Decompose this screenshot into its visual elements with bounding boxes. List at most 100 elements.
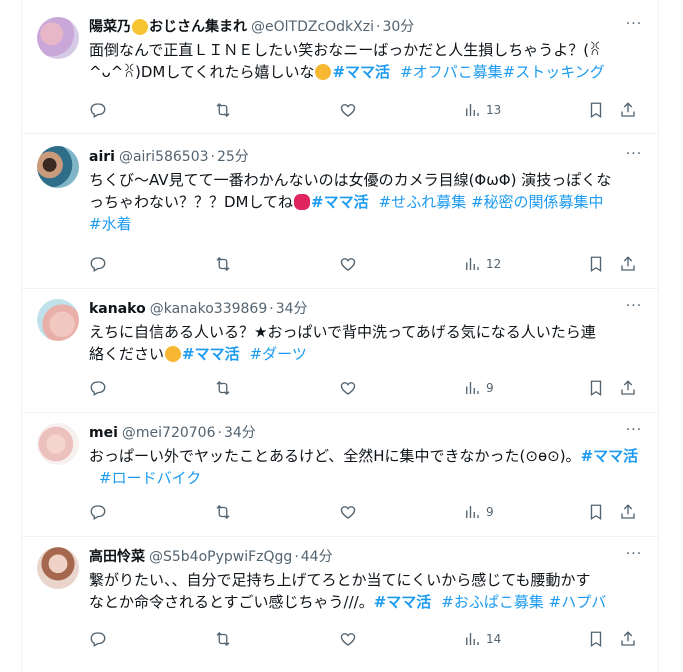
like-button[interactable] [339,253,357,275]
tweet-header: airi @airi586503 · 25分 [89,147,644,167]
display-name[interactable]: mei [89,423,118,443]
hashtag[interactable]: #おふぱこ募集 [441,593,544,611]
views-button[interactable]: 9 [463,377,494,399]
repost-icon [216,103,230,117]
bookmark-button[interactable] [587,501,605,523]
hashtag[interactable]: #ママ活 [311,193,369,211]
share-button[interactable] [619,501,637,523]
user-handle[interactable]: @kanako339869 [150,299,268,319]
views-button[interactable]: 9 [463,501,494,523]
views-count: 9 [486,381,494,395]
avatar[interactable] [37,146,79,188]
avatar[interactable] [37,423,79,465]
tweet-text: えちに自信ある人いる？★おっぱいで背中洗ってあげる気になる人いたら連 絡ください… [89,321,644,365]
user-handle[interactable]: @eOlTDZcOdkXzi [251,17,374,37]
views-button[interactable]: 12 [463,253,501,275]
user-handle[interactable]: @mei720706 [122,423,216,443]
hashtag[interactable]: #秘密の関係募集中 [471,193,604,211]
tweet-text-line: えちに自信ある人いる？★おっぱいで背中洗ってあげる気になる人いたら連 [89,323,596,341]
display-name-suffix[interactable]: おじさん集まれ [149,17,247,37]
hashtag[interactable]: #せふれ募集 [379,193,467,211]
bookmark-icon [590,631,602,648]
tweet-card[interactable]: 陽菜乃 おじさん集まれ @eOlTDZcOdkXzi · 30分 ··· 面倒な… [22,0,658,134]
user-handle[interactable]: @S5b4oPypwiFzQgg [149,547,292,567]
reply-button[interactable] [89,99,107,121]
reply-button[interactable] [89,501,107,523]
tweet-text-line: 絡ください [89,345,165,363]
timestamp[interactable]: 30分 [382,17,414,37]
views-button[interactable]: 13 [463,99,501,121]
views-icon [466,382,479,394]
more-options-button[interactable]: ··· [624,299,644,319]
more-options-button[interactable]: ··· [624,147,644,167]
views-button[interactable]: 14 [463,628,501,650]
timestamp[interactable]: 44分 [301,547,333,567]
views-count: 12 [486,257,502,271]
reply-icon [90,257,106,272]
repost-button[interactable] [214,628,232,650]
like-button[interactable] [339,628,357,650]
hashtag[interactable]: #ママ活 [332,63,390,81]
share-button[interactable] [619,99,637,121]
action-bar: 14 [89,628,644,650]
timestamp[interactable]: 34分 [224,423,256,443]
tweet-header: mei @mei720706 · 34分 [89,423,644,443]
more-options-button[interactable]: ··· [624,423,644,443]
avatar[interactable] [37,547,79,589]
bookmark-icon [590,102,602,119]
hashtag[interactable]: #ロードバイク [99,469,201,487]
share-button[interactable] [619,253,637,275]
like-button[interactable] [339,377,357,399]
repost-icon [216,505,230,519]
reply-button[interactable] [89,253,107,275]
hashtag[interactable]: #ストッキング [503,63,605,81]
reply-button[interactable] [89,628,107,650]
reply-button[interactable] [89,377,107,399]
views-count: 9 [486,505,494,519]
like-button[interactable] [339,99,357,121]
hashtag[interactable]: #オフパこ募集 [400,63,503,81]
hashtag[interactable]: #ママ活 [581,447,639,465]
bookmark-button[interactable] [587,377,605,399]
repost-button[interactable] [214,253,232,275]
timestamp[interactable]: 34分 [276,299,308,319]
repost-icon [216,632,230,646]
hashtag[interactable]: #ママ活 [374,593,432,611]
avatar[interactable] [37,299,79,341]
bookmark-button[interactable] [587,253,605,275]
repost-button[interactable] [214,377,232,399]
share-icon [621,102,635,117]
tweet-text-line: 面倒なんで正直ＬＩＮＥしたい笑おなニーばっかだと人生損しちゃうよ？(ꐦ [89,41,601,59]
tweet-text-line: なとか命令されるとすごい感じちゃう///。 [89,593,374,611]
bookmark-button[interactable] [587,628,605,650]
tweet-card[interactable]: airi @airi586503 · 25分 ··· ちくび〜AV見てて一番わか… [22,134,658,289]
tweet-text: おっぱーい外でヤッたことあるけど、全然Hに集中できなかった(⊙ɵ⊙)。#ママ活 #… [89,445,644,489]
hashtag[interactable]: #ママ活 [182,345,240,363]
bookmark-button[interactable] [587,99,605,121]
more-options-button[interactable]: ··· [624,17,644,37]
display-name[interactable]: 高田怜菜 [89,547,145,567]
hashtag[interactable]: #水着 [89,215,132,233]
tweet-text-line: おっぱーい外でヤッたことあるけど、全然Hに集中できなかった(⊙ɵ⊙)。 [89,447,581,465]
action-bar: 9 [89,377,644,399]
separator: · [376,19,381,35]
tweet-card[interactable]: kanako @kanako339869 · 34分 ··· えちに自信ある人い… [22,289,658,413]
bookmark-icon [590,256,602,273]
hashtag[interactable]: #ダーツ [250,345,307,363]
tweet-card[interactable]: 高田怜菜 @S5b4oPypwiFzQgg · 44分 ··· 繋がりたい、、自… [22,537,658,672]
repost-button[interactable] [214,501,232,523]
avatar[interactable] [37,17,79,59]
hashtag[interactable]: #ハプバ [549,593,607,611]
more-options-button[interactable]: ··· [624,547,644,567]
display-name[interactable]: 陽菜乃 [89,17,131,37]
display-name[interactable]: airi [89,147,115,167]
share-button[interactable] [619,628,637,650]
repost-button[interactable] [214,99,232,121]
user-handle[interactable]: @airi586503 [119,147,209,167]
tweet-text-line: ^ᴗ^ꐦ)DMしてくれたら嬉しいな [89,63,315,81]
share-button[interactable] [619,377,637,399]
like-button[interactable] [339,501,357,523]
timestamp[interactable]: 25分 [217,147,249,167]
display-name[interactable]: kanako [89,299,146,319]
tweet-card[interactable]: mei @mei720706 · 34分 ··· おっぱーい外でヤッたことあるけ… [22,413,658,537]
